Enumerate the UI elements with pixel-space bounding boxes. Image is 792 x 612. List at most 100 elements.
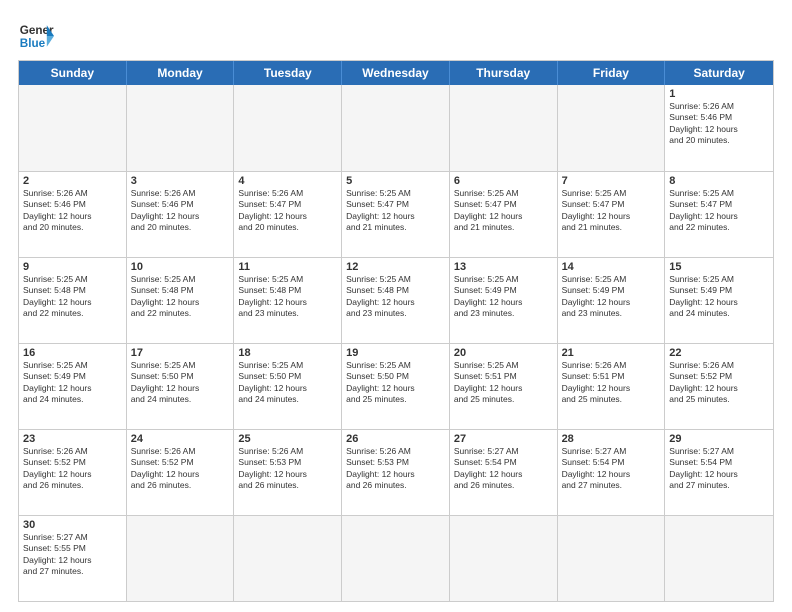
calendar-cell: 8Sunrise: 5:25 AM Sunset: 5:47 PM Daylig… xyxy=(665,172,773,257)
day-number: 13 xyxy=(454,261,553,273)
calendar-header: SundayMondayTuesdayWednesdayThursdayFrid… xyxy=(19,61,773,85)
day-number: 2 xyxy=(23,175,122,187)
calendar-cell: 4Sunrise: 5:26 AM Sunset: 5:47 PM Daylig… xyxy=(234,172,342,257)
day-number: 11 xyxy=(238,261,337,273)
day-number: 27 xyxy=(454,433,553,445)
calendar-cell xyxy=(234,85,342,171)
calendar-cell: 23Sunrise: 5:26 AM Sunset: 5:52 PM Dayli… xyxy=(19,430,127,515)
cell-info: Sunrise: 5:25 AM Sunset: 5:47 PM Dayligh… xyxy=(562,188,661,234)
calendar-cell: 7Sunrise: 5:25 AM Sunset: 5:47 PM Daylig… xyxy=(558,172,666,257)
day-number: 29 xyxy=(669,433,769,445)
cell-info: Sunrise: 5:26 AM Sunset: 5:46 PM Dayligh… xyxy=(669,101,769,147)
day-number: 9 xyxy=(23,261,122,273)
cell-info: Sunrise: 5:25 AM Sunset: 5:49 PM Dayligh… xyxy=(562,274,661,320)
day-number: 25 xyxy=(238,433,337,445)
cell-info: Sunrise: 5:25 AM Sunset: 5:49 PM Dayligh… xyxy=(23,360,122,406)
cell-info: Sunrise: 5:25 AM Sunset: 5:49 PM Dayligh… xyxy=(669,274,769,320)
day-number: 1 xyxy=(669,88,769,100)
calendar-cell xyxy=(450,85,558,171)
calendar-cell xyxy=(234,516,342,601)
week-row: 16Sunrise: 5:25 AM Sunset: 5:49 PM Dayli… xyxy=(19,343,773,429)
calendar-cell: 19Sunrise: 5:25 AM Sunset: 5:50 PM Dayli… xyxy=(342,344,450,429)
calendar-cell: 28Sunrise: 5:27 AM Sunset: 5:54 PM Dayli… xyxy=(558,430,666,515)
calendar-cell: 14Sunrise: 5:25 AM Sunset: 5:49 PM Dayli… xyxy=(558,258,666,343)
day-number: 15 xyxy=(669,261,769,273)
calendar-cell: 1Sunrise: 5:26 AM Sunset: 5:46 PM Daylig… xyxy=(665,85,773,171)
calendar-cell: 13Sunrise: 5:25 AM Sunset: 5:49 PM Dayli… xyxy=(450,258,558,343)
day-number: 17 xyxy=(131,347,230,359)
calendar-cell xyxy=(342,85,450,171)
day-number: 26 xyxy=(346,433,445,445)
calendar-cell: 16Sunrise: 5:25 AM Sunset: 5:49 PM Dayli… xyxy=(19,344,127,429)
cell-info: Sunrise: 5:25 AM Sunset: 5:47 PM Dayligh… xyxy=(346,188,445,234)
day-number: 5 xyxy=(346,175,445,187)
day-name-thursday: Thursday xyxy=(450,61,558,85)
calendar-cell: 21Sunrise: 5:26 AM Sunset: 5:51 PM Dayli… xyxy=(558,344,666,429)
day-number: 22 xyxy=(669,347,769,359)
day-name-sunday: Sunday xyxy=(19,61,127,85)
calendar-cell: 12Sunrise: 5:25 AM Sunset: 5:48 PM Dayli… xyxy=(342,258,450,343)
cell-info: Sunrise: 5:25 AM Sunset: 5:50 PM Dayligh… xyxy=(238,360,337,406)
calendar-cell: 3Sunrise: 5:26 AM Sunset: 5:46 PM Daylig… xyxy=(127,172,235,257)
cell-info: Sunrise: 5:25 AM Sunset: 5:50 PM Dayligh… xyxy=(346,360,445,406)
calendar-cell: 6Sunrise: 5:25 AM Sunset: 5:47 PM Daylig… xyxy=(450,172,558,257)
cell-info: Sunrise: 5:27 AM Sunset: 5:55 PM Dayligh… xyxy=(23,532,122,578)
cell-info: Sunrise: 5:26 AM Sunset: 5:51 PM Dayligh… xyxy=(562,360,661,406)
calendar-body: 1Sunrise: 5:26 AM Sunset: 5:46 PM Daylig… xyxy=(19,85,773,601)
day-number: 16 xyxy=(23,347,122,359)
calendar-cell: 26Sunrise: 5:26 AM Sunset: 5:53 PM Dayli… xyxy=(342,430,450,515)
calendar-cell: 30Sunrise: 5:27 AM Sunset: 5:55 PM Dayli… xyxy=(19,516,127,601)
cell-info: Sunrise: 5:26 AM Sunset: 5:46 PM Dayligh… xyxy=(23,188,122,234)
cell-info: Sunrise: 5:27 AM Sunset: 5:54 PM Dayligh… xyxy=(669,446,769,492)
cell-info: Sunrise: 5:27 AM Sunset: 5:54 PM Dayligh… xyxy=(454,446,553,492)
logo: General Blue xyxy=(18,18,54,54)
calendar-cell xyxy=(127,516,235,601)
calendar-cell: 22Sunrise: 5:26 AM Sunset: 5:52 PM Dayli… xyxy=(665,344,773,429)
calendar-cell: 27Sunrise: 5:27 AM Sunset: 5:54 PM Dayli… xyxy=(450,430,558,515)
day-name-saturday: Saturday xyxy=(665,61,773,85)
calendar-cell: 18Sunrise: 5:25 AM Sunset: 5:50 PM Dayli… xyxy=(234,344,342,429)
day-number: 18 xyxy=(238,347,337,359)
calendar-cell xyxy=(450,516,558,601)
cell-info: Sunrise: 5:27 AM Sunset: 5:54 PM Dayligh… xyxy=(562,446,661,492)
week-row: 23Sunrise: 5:26 AM Sunset: 5:52 PM Dayli… xyxy=(19,429,773,515)
day-number: 12 xyxy=(346,261,445,273)
day-name-friday: Friday xyxy=(558,61,666,85)
calendar-cell: 24Sunrise: 5:26 AM Sunset: 5:52 PM Dayli… xyxy=(127,430,235,515)
calendar-cell: 5Sunrise: 5:25 AM Sunset: 5:47 PM Daylig… xyxy=(342,172,450,257)
cell-info: Sunrise: 5:26 AM Sunset: 5:46 PM Dayligh… xyxy=(131,188,230,234)
cell-info: Sunrise: 5:25 AM Sunset: 5:49 PM Dayligh… xyxy=(454,274,553,320)
day-number: 7 xyxy=(562,175,661,187)
day-number: 21 xyxy=(562,347,661,359)
cell-info: Sunrise: 5:26 AM Sunset: 5:52 PM Dayligh… xyxy=(131,446,230,492)
calendar-cell: 10Sunrise: 5:25 AM Sunset: 5:48 PM Dayli… xyxy=(127,258,235,343)
cell-info: Sunrise: 5:26 AM Sunset: 5:52 PM Dayligh… xyxy=(23,446,122,492)
header: General Blue xyxy=(18,18,774,54)
day-name-wednesday: Wednesday xyxy=(342,61,450,85)
cell-info: Sunrise: 5:26 AM Sunset: 5:47 PM Dayligh… xyxy=(238,188,337,234)
calendar-cell: 29Sunrise: 5:27 AM Sunset: 5:54 PM Dayli… xyxy=(665,430,773,515)
day-number: 4 xyxy=(238,175,337,187)
page: General Blue SundayMondayTuesdayWednesda… xyxy=(0,0,792,612)
cell-info: Sunrise: 5:25 AM Sunset: 5:48 PM Dayligh… xyxy=(346,274,445,320)
cell-info: Sunrise: 5:25 AM Sunset: 5:47 PM Dayligh… xyxy=(454,188,553,234)
day-number: 19 xyxy=(346,347,445,359)
day-number: 30 xyxy=(23,519,122,531)
cell-info: Sunrise: 5:25 AM Sunset: 5:48 PM Dayligh… xyxy=(238,274,337,320)
cell-info: Sunrise: 5:25 AM Sunset: 5:48 PM Dayligh… xyxy=(23,274,122,320)
cell-info: Sunrise: 5:25 AM Sunset: 5:50 PM Dayligh… xyxy=(131,360,230,406)
day-name-monday: Monday xyxy=(127,61,235,85)
day-number: 20 xyxy=(454,347,553,359)
week-row: 9Sunrise: 5:25 AM Sunset: 5:48 PM Daylig… xyxy=(19,257,773,343)
week-row: 30Sunrise: 5:27 AM Sunset: 5:55 PM Dayli… xyxy=(19,515,773,601)
day-number: 28 xyxy=(562,433,661,445)
calendar-cell xyxy=(127,85,235,171)
svg-text:Blue: Blue xyxy=(20,37,46,50)
day-number: 8 xyxy=(669,175,769,187)
cell-info: Sunrise: 5:25 AM Sunset: 5:51 PM Dayligh… xyxy=(454,360,553,406)
calendar-cell xyxy=(558,516,666,601)
calendar-cell: 2Sunrise: 5:26 AM Sunset: 5:46 PM Daylig… xyxy=(19,172,127,257)
day-number: 3 xyxy=(131,175,230,187)
calendar-cell: 9Sunrise: 5:25 AM Sunset: 5:48 PM Daylig… xyxy=(19,258,127,343)
cell-info: Sunrise: 5:26 AM Sunset: 5:53 PM Dayligh… xyxy=(238,446,337,492)
